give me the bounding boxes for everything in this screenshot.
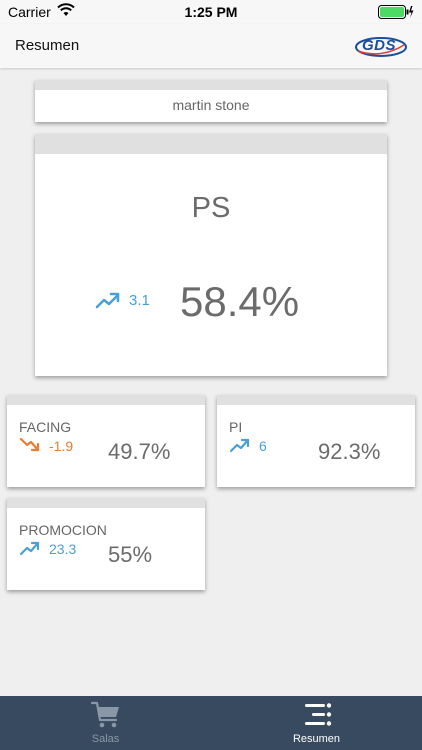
metric-card-pi[interactable]: PI 6 92.3% bbox=[217, 395, 415, 487]
trend-value: 6 bbox=[259, 438, 267, 454]
card-header-strip bbox=[217, 395, 415, 405]
tab-label: Salas bbox=[91, 733, 120, 745]
logo-text: GDS bbox=[362, 37, 397, 54]
tab-bar: Salas Resumen bbox=[0, 696, 422, 750]
nav-bar: Resumen GDS bbox=[0, 24, 422, 68]
metric-percent: 49.7% bbox=[108, 439, 171, 464]
trending-up-icon bbox=[95, 292, 120, 309]
battery-icon bbox=[378, 5, 414, 19]
card-header-strip bbox=[35, 80, 387, 90]
trending-down-icon bbox=[19, 437, 40, 452]
user-card: martin stone bbox=[35, 80, 387, 122]
tab-salas[interactable]: Salas bbox=[0, 696, 211, 750]
list-icon bbox=[305, 703, 332, 726]
metric-card-facing[interactable]: FACING -1.9 49.7% bbox=[7, 395, 205, 487]
cart-icon bbox=[90, 701, 119, 728]
status-time: 1:25 PM bbox=[184, 4, 238, 20]
card-header-strip bbox=[35, 134, 387, 154]
metric-name: PI bbox=[229, 419, 243, 435]
trend-value: 3.1 bbox=[129, 292, 150, 309]
metric-card-promocion[interactable]: PROMOCION 23.3 55% bbox=[7, 498, 205, 590]
card-header-strip bbox=[7, 498, 205, 508]
metric-percent: 55% bbox=[108, 542, 153, 567]
metric-percent: 92.3% bbox=[318, 439, 381, 464]
main-metric-card[interactable]: PS 3.1 58.4% bbox=[35, 134, 387, 376]
gds-logo: GDS bbox=[354, 33, 408, 59]
tab-label: Resumen bbox=[292, 733, 341, 745]
card-header-strip bbox=[7, 395, 205, 405]
user-name: martin stone bbox=[172, 97, 250, 113]
status-bar: Carrier 1:25 PM bbox=[0, 0, 422, 24]
metric-name: PROMOCION bbox=[19, 522, 107, 538]
trending-up-icon bbox=[19, 541, 40, 556]
trend-value: 23.3 bbox=[49, 541, 77, 557]
trending-up-icon bbox=[229, 438, 250, 453]
page-title: Resumen bbox=[15, 37, 80, 54]
tab-resumen[interactable]: Resumen bbox=[211, 696, 422, 750]
metric-name: PS bbox=[191, 192, 231, 224]
trend-value: -1.9 bbox=[49, 438, 74, 454]
metric-percent: 58.4% bbox=[180, 278, 300, 325]
metric-name: FACING bbox=[19, 419, 72, 435]
